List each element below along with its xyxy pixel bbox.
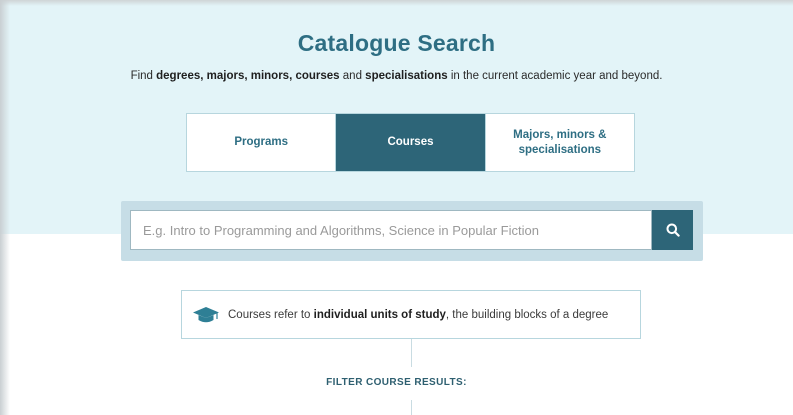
courses-info-box: Courses refer to individual units of stu… [181, 290, 641, 339]
subtitle-bold-2: specialisations [365, 70, 448, 82]
tab-programs[interactable]: Programs [187, 114, 335, 171]
info-bold: individual units of study [313, 308, 446, 321]
tab-majors-minors-specialisations[interactable]: Majors, minors & specialisations [484, 114, 634, 171]
page: Catalogue Search Find degrees, majors, m… [0, 0, 793, 415]
search-bar [121, 201, 703, 261]
search-input[interactable] [130, 210, 652, 250]
filter-heading: FILTER COURSE RESULTS: [326, 377, 467, 388]
catalogue-tabs: Programs Courses Majors, minors & specia… [186, 113, 635, 172]
hero-section: Catalogue Search Find degrees, majors, m… [0, 0, 793, 234]
info-prefix: Courses refer to [228, 308, 314, 321]
graduation-cap-icon [193, 306, 219, 322]
connector-line-top [411, 339, 412, 367]
page-title: Catalogue Search [297, 30, 496, 56]
connector-line-bottom [411, 400, 412, 415]
subtitle-bold-1: degrees, majors, minors, courses [156, 70, 340, 82]
search-button[interactable] [652, 210, 693, 250]
subtitle-mid: and [339, 70, 366, 82]
subtitle-prefix: Find [130, 70, 157, 82]
info-text: Courses refer to individual units of stu… [228, 309, 608, 321]
page-subtitle: Find degrees, majors, minors, courses an… [0, 70, 793, 82]
info-suffix: , the building blocks of a degree [445, 308, 609, 321]
tab-courses[interactable]: Courses [335, 114, 485, 171]
search-icon [666, 223, 680, 237]
subtitle-suffix: in the current academic year and beyond. [447, 70, 663, 82]
